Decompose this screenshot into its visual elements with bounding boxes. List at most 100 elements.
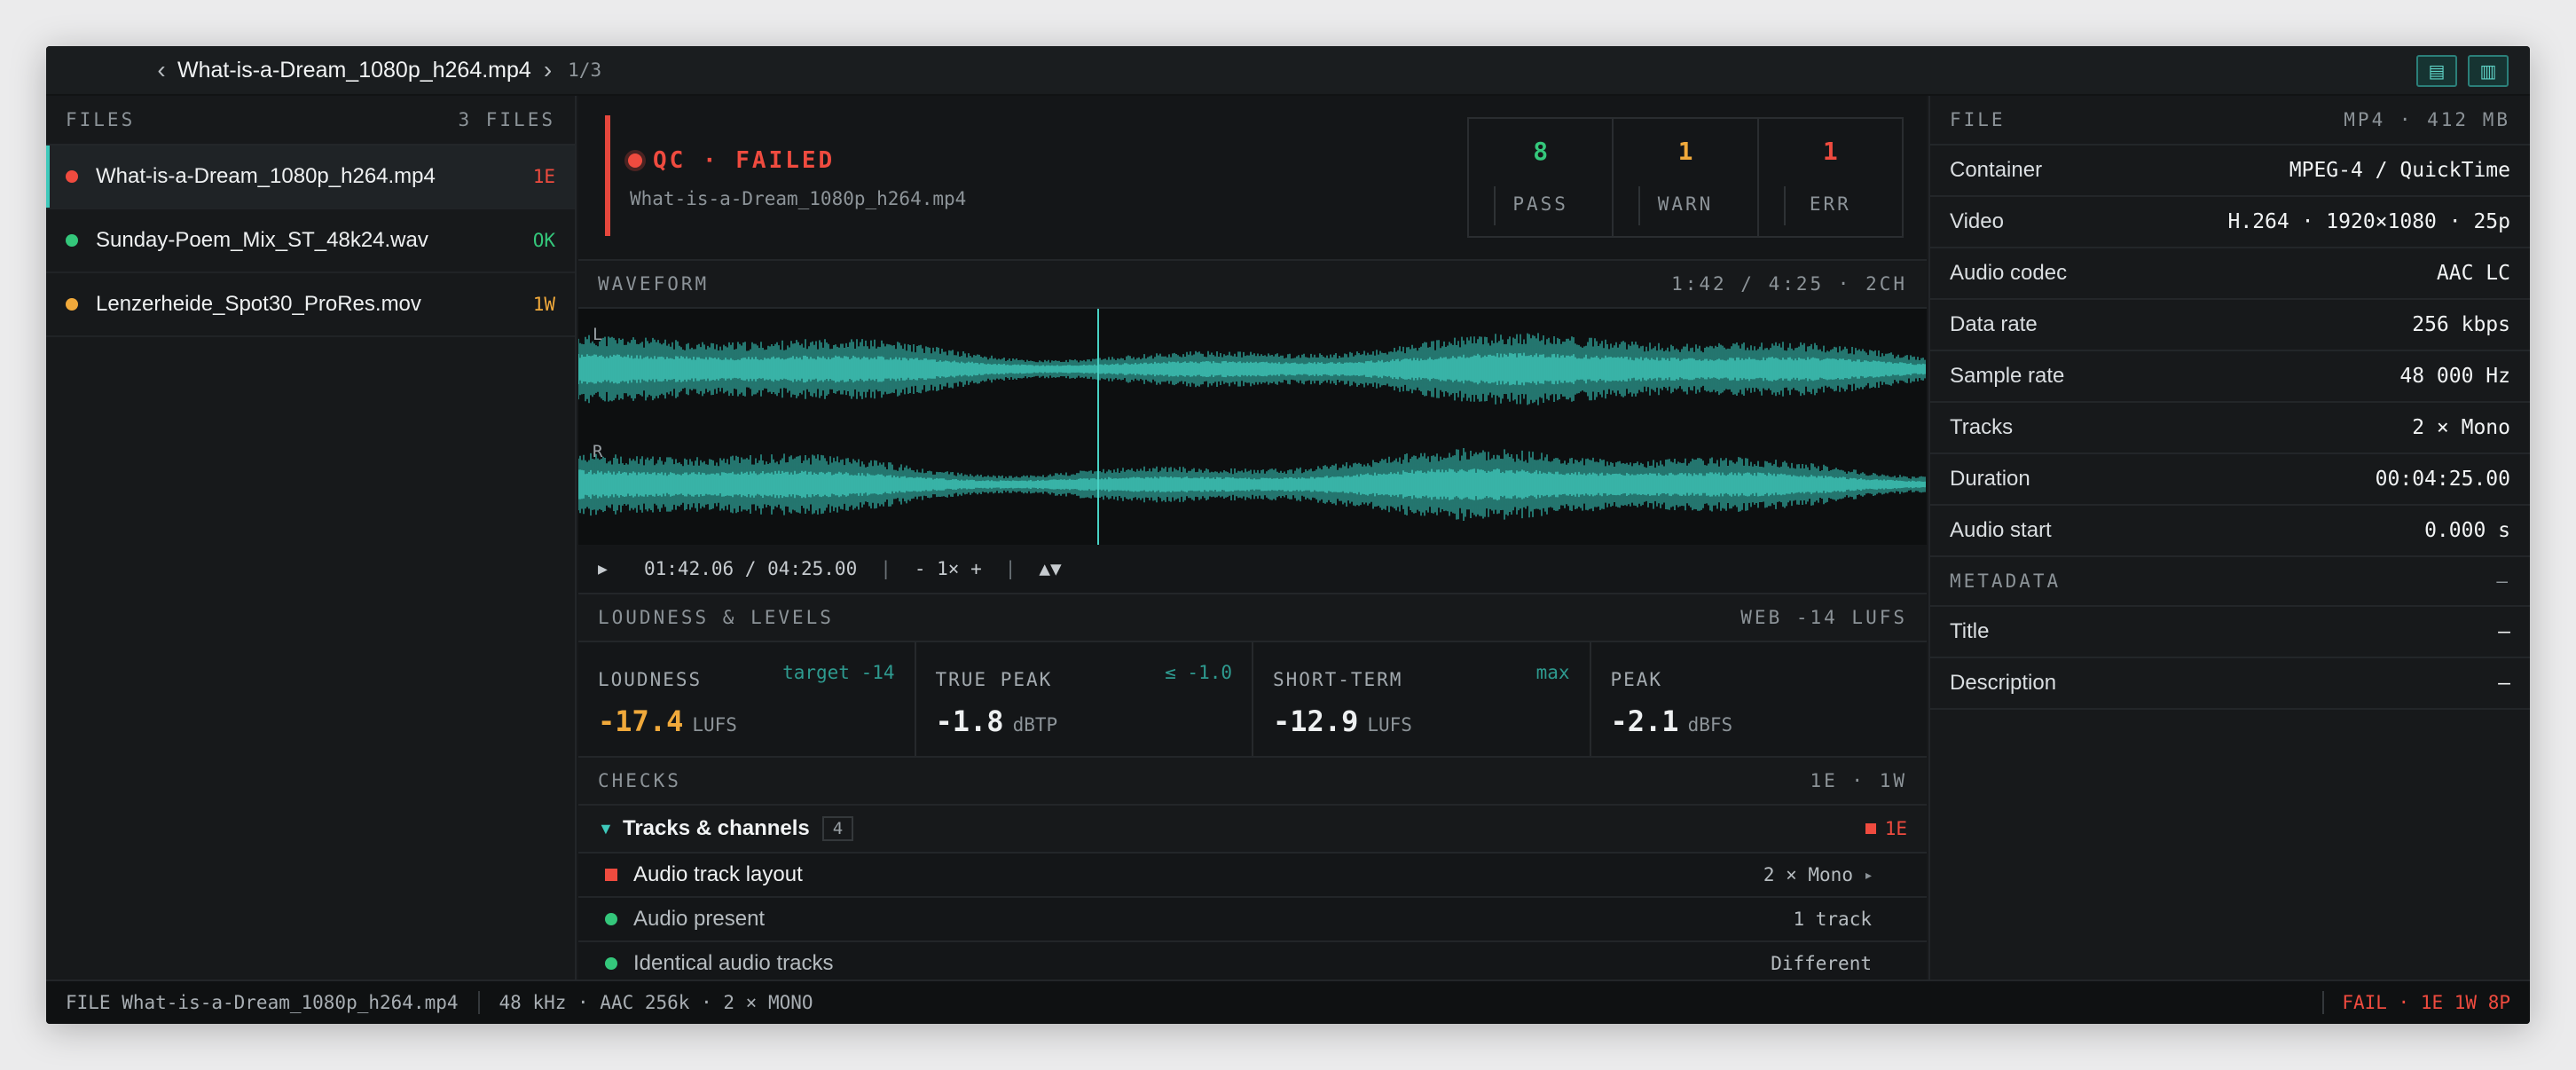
file-property-key: Data rate [1950, 312, 2038, 336]
metadata-property-key: Title [1950, 619, 1990, 643]
file-property-value: H.264 · 1920×1080 · 25p [2227, 210, 2511, 233]
metadata-property-value: — [2498, 672, 2510, 695]
waveform-svg [578, 333, 1926, 521]
meter-label: TRUE PEAK [935, 669, 1053, 690]
checks-summary: 1E · 1W [1810, 770, 1907, 791]
channel-label-right: R [593, 442, 603, 461]
check-row[interactable]: Audio present 1 track [578, 898, 1927, 942]
meter-hint: target -14 [782, 662, 895, 683]
file-status-badge: 1W [532, 294, 555, 315]
check-group-badge-label: 1E [1884, 818, 1907, 839]
file-property-key: Audio codec [1950, 261, 2068, 285]
check-row[interactable]: Audio track layout 2 × Mono ▸ [578, 854, 1927, 898]
transport-time: 01:42.06 / 04:25.00 [644, 558, 858, 579]
playhead[interactable] [1097, 309, 1100, 545]
meter-value-group: -17.4 LUFS [598, 704, 737, 738]
files-panel: FILES 3 FILES What-is-a-Dream_1080p_h264… [46, 96, 577, 980]
meter-value: -17.4 [598, 704, 684, 738]
files-count: 3 FILES [458, 109, 555, 130]
meter-unit: dBFS [1687, 714, 1733, 736]
transport-separator: | [880, 558, 891, 579]
list-view-icon[interactable]: ▤ [2416, 55, 2457, 87]
metadata-property-key: Description [1950, 671, 2057, 695]
error-square-icon [605, 869, 617, 881]
qc-status: QC · FAILED [628, 147, 835, 174]
file-property-key: Sample rate [1950, 364, 2065, 388]
status-result: FAIL · 1E 1W 8P [2303, 991, 2510, 1014]
loudness-preset[interactable]: WEB -14 LUFS [1740, 607, 1907, 628]
status-dot-icon [66, 298, 78, 311]
file-property-key: Audio start [1950, 518, 2052, 542]
fail-dot-icon [628, 153, 642, 168]
qc-stat-value: 1 [1677, 137, 1693, 166]
meter-value-group: -1.8 dBTP [936, 704, 1058, 738]
status-dot-icon [66, 170, 78, 183]
file-name: What-is-a-Dream_1080p_h264.mp4 [96, 164, 436, 188]
file-property-row: Video H.264 · 1920×1080 · 25p [1930, 197, 2530, 248]
zoom-control[interactable]: - 1× + [915, 558, 982, 579]
qc-file-name: What-is-a-Dream_1080p_h264.mp4 [630, 188, 967, 209]
qc-stat-label: PASS [1512, 193, 1568, 215]
check-group-tracks[interactable]: ▼ Tracks & channels 4 1E [578, 806, 1927, 854]
file-counter: 1/3 [568, 59, 602, 81]
channel-arrows-icon[interactable]: ▲▼ [1039, 558, 1061, 579]
chevron-right-icon[interactable]: › [544, 56, 552, 84]
files-header: FILES 3 FILES [46, 96, 575, 146]
files-title: FILES [66, 109, 136, 130]
expand-caret-icon[interactable]: ▸ [1865, 868, 1872, 883]
status-audio: 48 kHz · AAC 256k · 2 × MONO [499, 992, 813, 1013]
split-view-icon[interactable]: ▥ [2468, 55, 2509, 87]
transport-separator: | [1004, 558, 1017, 579]
file-property-value: AAC LC [2436, 262, 2510, 285]
transport-bar: ▶ 01:42.06 / 04:25.00 | - 1× + | ▲▼ [578, 545, 1927, 594]
metadata-property-row: Title — [1930, 607, 2530, 658]
play-icon[interactable]: ▶ [598, 560, 624, 578]
status-divider [2322, 991, 2325, 1014]
qc-stat-value: 8 [1533, 137, 1549, 166]
qc-stat-label: WARN [1657, 193, 1714, 215]
file-property-value: 2 × Mono [2412, 416, 2510, 439]
expand-triangle-icon[interactable]: ▼ [598, 820, 623, 838]
file-status-badge: 1E [532, 166, 555, 187]
file-list-item[interactable]: Lenzerheide_Spot30_ProRes.mov 1W [46, 273, 575, 337]
file-property-value: 256 kbps [2412, 313, 2510, 336]
waveform-view[interactable]: L R [578, 309, 1927, 545]
info-panel: FILE MP4 · 412 MB Container MPEG-4 / Quic… [1928, 96, 2530, 980]
file-list-item[interactable]: Sunday-Poem_Mix_ST_48k24.wav OK [46, 209, 575, 273]
status-divider [477, 991, 480, 1014]
pass-dot-icon [605, 957, 617, 970]
meter-value: -2.1 [1610, 704, 1679, 738]
file-property-key: Duration [1950, 467, 2030, 491]
qc-status-bar [605, 115, 610, 236]
error-square-icon [1865, 823, 1876, 834]
check-name: Identical audio tracks [633, 951, 834, 975]
metadata-meta: — [2496, 570, 2510, 592]
file-property-key: Tracks [1950, 415, 2014, 439]
file-info-meta: MP4 · 412 MB [2344, 109, 2510, 130]
main-panel: QC · FAILED What-is-a-Dream_1080p_h264.m… [578, 96, 1927, 987]
checks-title: CHECKS [598, 770, 681, 791]
file-property-row: Data rate 256 kbps [1930, 300, 2530, 351]
loudness-meter-short-term: SHORT-TERM max -12.9 LUFS [1253, 642, 1591, 756]
file-property-row: Audio codec AAC LC [1930, 248, 2530, 300]
meter-value-group: -12.9 LUFS [1273, 704, 1412, 738]
check-group-error-badge: 1E [1865, 818, 1907, 839]
file-property-key: Container [1950, 158, 2043, 182]
check-group-count: 4 [821, 816, 854, 841]
check-name: Audio track layout [633, 862, 803, 886]
meter-value: -12.9 [1273, 704, 1359, 738]
title-bar: ‹ What-is-a-Dream_1080p_h264.mp4 › 1/3 ▤… [46, 46, 2530, 96]
loudness-header: LOUDNESS & LEVELS WEB -14 LUFS [578, 594, 1927, 642]
file-property-key: Video [1950, 209, 2004, 233]
metadata-property-row: Description — [1930, 658, 2530, 710]
chevron-left-icon[interactable]: ‹ [151, 56, 172, 84]
loudness-meters: LOUDNESS target -14 -17.4 LUFS TRUE PEAK ≤ -1… [578, 642, 1927, 758]
meter-label: SHORT-TERM [1273, 669, 1403, 690]
checks-header: CHECKS 1E · 1W [578, 758, 1927, 806]
file-property-row: Sample rate 48 000 Hz [1930, 351, 2530, 403]
file-list-item[interactable]: What-is-a-Dream_1080p_h264.mp4 1E [46, 146, 575, 209]
meter-value: -1.8 [935, 704, 1004, 738]
file-property-row: Tracks 2 × Mono [1930, 403, 2530, 454]
check-name: Audio present [633, 907, 766, 931]
file-property-row: Audio start 0.000 s [1930, 506, 2530, 557]
